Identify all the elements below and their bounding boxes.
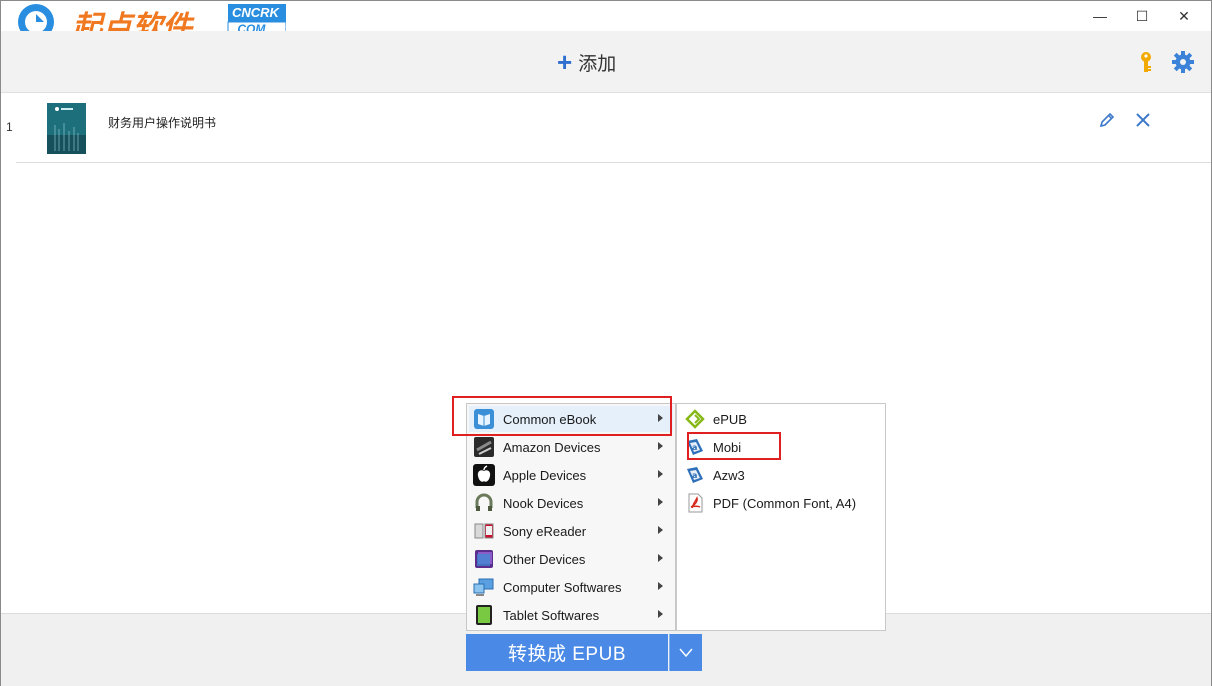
add-button[interactable]: + 添加 bbox=[557, 49, 616, 75]
pdf-icon bbox=[688, 493, 703, 513]
menu-item-apple-devices[interactable]: Apple Devices bbox=[469, 462, 673, 488]
row-number: 1 bbox=[6, 120, 13, 134]
tablet-icon bbox=[476, 605, 492, 625]
close-icon: ✕ bbox=[1178, 7, 1190, 24]
device-icon bbox=[475, 550, 493, 568]
logo-badge-top: CNCRK bbox=[232, 5, 279, 20]
azw3-icon: a bbox=[687, 467, 703, 483]
close-window-button[interactable]: ✕ bbox=[1164, 1, 1204, 31]
submenu-arrow-icon bbox=[658, 582, 663, 590]
maximize-button[interactable]: ☐ bbox=[1122, 1, 1162, 31]
submenu-item-label: Azw3 bbox=[713, 467, 745, 483]
menu-item-other-devices[interactable]: Other Devices bbox=[469, 546, 673, 572]
svg-text:a: a bbox=[692, 471, 697, 480]
plus-icon: + bbox=[557, 47, 573, 77]
convert-button[interactable]: 转换成 EPUB bbox=[466, 634, 668, 671]
submenu-arrow-icon bbox=[658, 610, 663, 618]
add-label: 添加 bbox=[578, 53, 617, 75]
chevron-down-icon bbox=[679, 648, 693, 657]
menu-item-label: Amazon Devices bbox=[503, 439, 601, 455]
submenu-item-label: ePUB bbox=[713, 411, 747, 427]
submenu-arrow-icon bbox=[658, 442, 663, 450]
menu-item-label: Other Devices bbox=[503, 551, 586, 567]
sony-ereader-icon bbox=[474, 523, 494, 539]
kindle-icon bbox=[474, 437, 494, 457]
key-icon[interactable] bbox=[1135, 51, 1157, 73]
menu-item-tablet-softwares[interactable]: Tablet Softwares bbox=[469, 602, 673, 628]
submenu-arrow-icon bbox=[658, 526, 663, 534]
book-title: 财务用户操作说明书 bbox=[108, 116, 217, 130]
submenu-item-pdf[interactable]: PDF (Common Font, A4) bbox=[679, 490, 883, 516]
menu-item-sony-ereader[interactable]: Sony eReader bbox=[469, 518, 673, 544]
submenu-arrow-icon bbox=[658, 498, 663, 506]
gear-icon[interactable] bbox=[1171, 50, 1195, 74]
computer-icon bbox=[473, 578, 494, 596]
minimize-icon: — bbox=[1093, 8, 1107, 24]
menu-item-label: Nook Devices bbox=[503, 495, 584, 511]
menu-item-label: Apple Devices bbox=[503, 467, 587, 483]
highlight-common-ebook bbox=[452, 396, 672, 436]
convert-format-dropdown[interactable] bbox=[669, 634, 702, 671]
nook-icon bbox=[475, 493, 493, 511]
menu-item-label: Tablet Softwares bbox=[503, 607, 600, 623]
epub-icon bbox=[685, 409, 705, 429]
menu-item-label: Sony eReader bbox=[503, 523, 587, 539]
convert-label: 转换成 EPUB bbox=[507, 644, 627, 665]
submenu-arrow-icon bbox=[658, 554, 663, 562]
apple-icon bbox=[473, 464, 495, 486]
submenu-item-epub[interactable]: ePUB bbox=[679, 406, 883, 432]
format-category-menu: Common eBook Amazon Devices Apple Device… bbox=[466, 403, 676, 631]
highlight-mobi bbox=[687, 432, 781, 460]
menu-item-computer-softwares[interactable]: Computer Softwares bbox=[469, 574, 673, 600]
menu-item-nook-devices[interactable]: Nook Devices bbox=[469, 490, 673, 516]
submenu-arrow-icon bbox=[658, 470, 663, 478]
edit-pencil-icon[interactable] bbox=[1098, 111, 1116, 129]
toolbar: + 添加 bbox=[1, 31, 1211, 93]
submenu-item-label: PDF (Common Font, A4) bbox=[713, 495, 857, 511]
menu-item-amazon-devices[interactable]: Amazon Devices bbox=[469, 434, 673, 460]
book-row[interactable]: 财务用户操作说明书 bbox=[16, 93, 1211, 163]
remove-book-icon[interactable] bbox=[1134, 111, 1152, 129]
row-number-column bbox=[1, 93, 17, 613]
maximize-icon: ☐ bbox=[1135, 7, 1149, 24]
submenu-item-azw3[interactable]: a Azw3 bbox=[679, 462, 883, 488]
minimize-button[interactable]: — bbox=[1080, 1, 1120, 31]
book-cover-thumbnail bbox=[47, 103, 86, 154]
menu-item-label: Computer Softwares bbox=[503, 579, 622, 595]
